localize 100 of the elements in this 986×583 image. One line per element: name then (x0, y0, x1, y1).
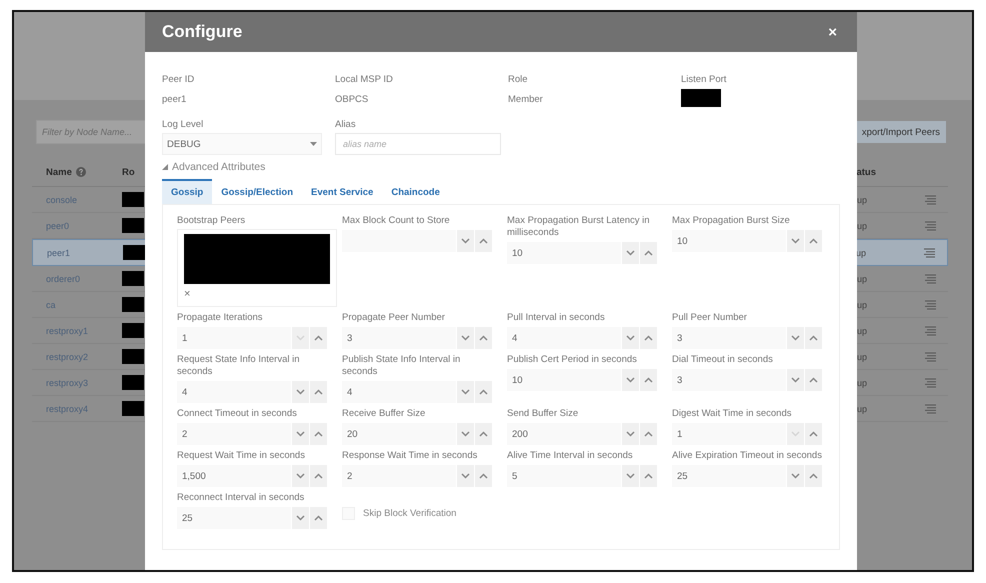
node-name[interactable]: peer1 (47, 248, 123, 258)
increment-button[interactable] (474, 423, 492, 445)
number-field[interactable]: 200 (507, 423, 621, 445)
menu-icon[interactable] (925, 300, 936, 310)
menu-icon[interactable] (925, 274, 936, 284)
menu-icon[interactable] (925, 194, 936, 204)
increment-button[interactable] (804, 327, 822, 349)
increment-button[interactable] (474, 381, 492, 403)
increment-button[interactable] (639, 242, 657, 264)
number-field[interactable]: 1 (672, 423, 786, 445)
increment-button[interactable] (804, 369, 822, 391)
menu-icon[interactable] (925, 326, 936, 336)
tab[interactable]: Gossip/Election (212, 179, 302, 204)
increment-button[interactable] (474, 465, 492, 487)
remove-button[interactable]: × (184, 288, 190, 300)
menu-icon[interactable] (925, 378, 936, 388)
decrement-button[interactable] (291, 507, 309, 529)
field-label: Connect Timeout in seconds (177, 408, 298, 420)
number-field[interactable]: 2 (177, 423, 291, 445)
tab[interactable]: Gossip (162, 179, 212, 204)
menu-icon[interactable] (925, 404, 936, 414)
chevron-up-icon (644, 335, 653, 341)
menu-icon[interactable] (924, 248, 935, 258)
chevron-up-icon (479, 389, 488, 395)
increment-button[interactable] (639, 327, 657, 349)
decrement-button[interactable] (456, 327, 474, 349)
number-field[interactable]: 1,500 (177, 465, 291, 487)
menu-icon[interactable] (925, 220, 936, 230)
increment-button[interactable] (309, 381, 327, 403)
log-level-dropdown[interactable]: DEBUG (162, 133, 322, 155)
field-label: Role (508, 74, 529, 86)
close-button[interactable]: × (824, 24, 841, 40)
increment-button[interactable] (309, 465, 327, 487)
number-field[interactable]: 3 (672, 327, 786, 349)
increment-button[interactable] (804, 423, 822, 445)
decrement-button[interactable] (621, 423, 639, 445)
number-field[interactable]: 10 (507, 369, 621, 391)
decrement-button[interactable] (291, 465, 309, 487)
chevron-up-icon (314, 335, 323, 341)
increment-button[interactable] (639, 465, 657, 487)
number-field[interactable]: 4 (507, 327, 621, 349)
number-field[interactable]: 3 (342, 327, 456, 349)
tab[interactable]: Chaincode (382, 179, 449, 204)
chevron-down-icon (626, 250, 635, 256)
number-field[interactable]: 4 (342, 381, 456, 403)
help-icon[interactable] (76, 167, 86, 177)
export-import-button[interactable]: xport/Import Peers (856, 121, 946, 143)
number-field[interactable]: 2 (342, 465, 456, 487)
field-label: Listen Port (681, 74, 728, 86)
chevron-up-icon (314, 473, 323, 479)
number-field[interactable]: 1 (177, 327, 291, 349)
increment-button[interactable] (639, 369, 657, 391)
decrement-button[interactable] (786, 465, 804, 487)
tab[interactable]: Event Service (302, 179, 382, 204)
decrement-button[interactable] (621, 242, 639, 264)
increment-button[interactable] (309, 507, 327, 529)
number-field[interactable]: 5 (507, 465, 621, 487)
decrement-button[interactable] (291, 423, 309, 445)
decrement-button[interactable] (786, 369, 804, 391)
chevron-down-icon (791, 431, 800, 437)
decrement-button[interactable] (456, 381, 474, 403)
decrement-button[interactable] (621, 465, 639, 487)
decrement-button[interactable] (786, 327, 804, 349)
increment-button[interactable] (309, 327, 327, 349)
field-label: Publish Cert Period in seconds (507, 354, 638, 366)
number-field[interactable]: 10 (507, 242, 621, 264)
increment-button[interactable] (639, 423, 657, 445)
decrement-button[interactable] (621, 369, 639, 391)
number-field[interactable]: 25 (672, 465, 786, 487)
caret-icon (310, 142, 317, 146)
chevron-up-icon (809, 335, 818, 341)
number-field[interactable]: 25 (177, 507, 291, 529)
field-label: Publish State Info Interval in seconds (342, 354, 462, 378)
number-field[interactable]: 20 (342, 423, 456, 445)
field-label: Pull Interval in seconds (507, 312, 606, 324)
increment-button[interactable] (804, 465, 822, 487)
chevron-down-icon (296, 335, 305, 341)
number-field[interactable]: 4 (177, 381, 291, 403)
chevron-down-icon (461, 238, 470, 244)
chevron-down-icon (791, 473, 800, 479)
chevron-up-icon (314, 515, 323, 521)
decrement-button[interactable] (456, 465, 474, 487)
decrement-button[interactable] (621, 327, 639, 349)
tags-field[interactable]: × (177, 229, 337, 307)
chevron-down-icon (461, 473, 470, 479)
increment-button[interactable] (474, 230, 492, 252)
chevron-up-icon (809, 377, 818, 383)
advanced-toggle[interactable]: Advanced Attributes (162, 161, 840, 173)
decrement-button[interactable] (291, 381, 309, 403)
decrement-button[interactable] (456, 423, 474, 445)
decrement-button[interactable] (786, 230, 804, 252)
menu-icon[interactable] (925, 352, 936, 362)
decrement-button[interactable] (456, 230, 474, 252)
number-field[interactable]: 3 (672, 369, 786, 391)
increment-button[interactable] (804, 230, 822, 252)
chevron-down-icon (461, 431, 470, 437)
field-label: Digest Wait Time in seconds (672, 408, 792, 420)
increment-button[interactable] (474, 327, 492, 349)
increment-button[interactable] (309, 423, 327, 445)
number-field[interactable]: 10 (672, 230, 786, 252)
